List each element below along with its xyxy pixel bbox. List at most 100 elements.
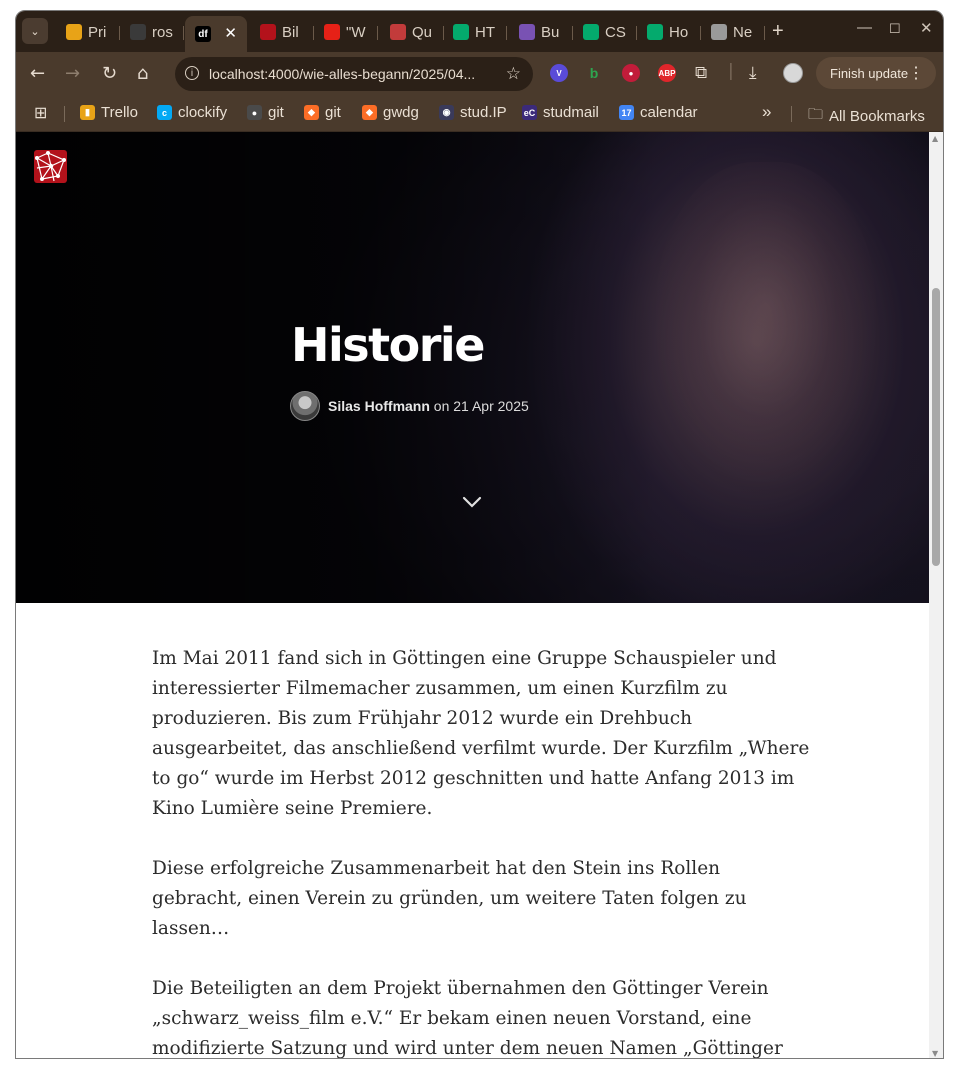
bootstrap-icon — [519, 24, 535, 40]
forward-icon[interactable]: → — [65, 63, 80, 84]
folder-icon: 🗀 — [808, 106, 824, 123]
presentation-icon — [66, 24, 82, 40]
all-bookmarks-button[interactable]: 🗀 All Bookmarks — [808, 104, 925, 129]
close-tab-icon[interactable]: ✕ — [224, 24, 237, 42]
network-logo-icon — [35, 151, 66, 182]
w3schools-icon — [647, 24, 663, 40]
scroll-up-icon[interactable]: ▲ — [932, 134, 938, 143]
bookmark-trello[interactable]: ▮ Trello — [80, 104, 138, 121]
gitlab-icon: ◆ — [304, 105, 319, 120]
bookmark-studip[interactable]: ◉ stud.IP — [439, 104, 507, 121]
article-paragraph: Im Mai 2011 fand sich in Göttingen eine … — [152, 648, 810, 819]
bookmark-label: git — [268, 104, 284, 121]
trello-icon: ▮ — [80, 105, 95, 120]
back-icon[interactable]: ← — [30, 63, 45, 84]
github-icon — [130, 24, 146, 40]
apps-grid-icon[interactable]: ⊞ — [34, 103, 47, 123]
profile-avatar-icon[interactable] — [783, 63, 803, 83]
tab-search-button[interactable]: ⌄ — [22, 18, 48, 44]
author-name[interactable]: Silas Hoffmann — [328, 398, 430, 414]
close-window-icon[interactable]: ✕ — [920, 19, 933, 37]
network-logo-icon — [260, 24, 276, 40]
post-date: on 21 Apr 2025 — [433, 398, 529, 414]
recorder-extension-icon[interactable]: ● — [622, 64, 640, 82]
bookmark-star-icon[interactable]: ☆ — [506, 64, 521, 84]
site-info-icon[interactable]: i — [185, 66, 199, 80]
reload-icon[interactable]: ↻ — [102, 63, 117, 84]
site-logo-icon[interactable] — [34, 150, 67, 183]
browser-tab[interactable]: CS — [573, 18, 637, 46]
bookmark-calendar[interactable]: 17 calendar — [619, 104, 698, 121]
browser-tab[interactable]: HT — [443, 18, 507, 46]
tab-separator — [183, 26, 184, 40]
toolbar-divider: | — [728, 61, 734, 81]
tab-separator — [506, 26, 507, 40]
page-viewport: Historie Silas Hoffmann on 21 Apr 2025 I… — [16, 132, 929, 1059]
w3schools-icon — [453, 24, 469, 40]
pen-icon — [390, 24, 406, 40]
bookmark-label: clockify — [178, 104, 228, 121]
browser-tab[interactable]: Ho — [637, 18, 701, 46]
github-icon: ● — [247, 105, 262, 120]
browser-tab[interactable]: Bu — [509, 18, 573, 46]
bookmarks-divider — [791, 106, 792, 122]
scroll-down-icon[interactable]: ▼ — [932, 1049, 938, 1058]
vpn-extension-icon[interactable]: V — [550, 64, 568, 82]
tab-label: Ne — [733, 23, 753, 41]
bookmark-git[interactable]: ● git — [247, 104, 284, 121]
browser-tab[interactable]: df ✕ — [185, 16, 247, 52]
browser-toolbar: ← → ↻ ⌂ i localhost:4000/wie-alles-began… — [16, 52, 943, 95]
tab-label: "W — [346, 23, 366, 41]
tab-label: ros — [152, 23, 173, 41]
minimize-icon[interactable]: — — [857, 19, 872, 36]
tab-label: HT — [475, 23, 495, 41]
page-scrollbar[interactable]: ▲ ▼ — [929, 132, 943, 1058]
browser-tab[interactable]: "W — [314, 18, 378, 46]
chrome-icon — [711, 24, 727, 40]
tab-separator — [764, 26, 765, 40]
tab-label: Ho — [669, 23, 689, 41]
browser-tab[interactable]: Ne — [701, 18, 765, 46]
browser-tab[interactable]: Pri — [56, 18, 120, 46]
studip-icon: ◉ — [439, 105, 454, 120]
download-icon[interactable]: ⤓ — [749, 63, 757, 83]
finish-update-button[interactable]: Finish update ⋮ — [816, 57, 936, 89]
tab-label: Bil — [282, 23, 299, 41]
bookmark-label: studmail — [543, 104, 599, 121]
df-icon: df — [195, 26, 211, 42]
address-bar[interactable]: i localhost:4000/wie-alles-begann/2025/0… — [175, 57, 533, 91]
bookmark-clockify[interactable]: c clockify — [157, 104, 227, 121]
hero-header: Historie Silas Hoffmann on 21 Apr 2025 — [16, 132, 929, 603]
all-bookmarks-label: All Bookmarks — [829, 108, 925, 125]
author-avatar — [290, 391, 320, 421]
browser-tab[interactable]: Qu — [380, 18, 444, 46]
bookmark-gwdg[interactable]: ◆ gwdg — [362, 104, 419, 121]
tab-separator — [377, 26, 378, 40]
clockify-icon: c — [157, 105, 172, 120]
article-body: Im Mai 2011 fand sich in Göttingen eine … — [152, 644, 812, 1059]
extensions-puzzle-icon[interactable]: ⧉ — [695, 63, 707, 83]
tab-label: Bu — [541, 23, 560, 41]
new-tab-button[interactable]: + — [772, 20, 784, 43]
page-title: Historie — [291, 318, 485, 372]
calendar-icon: 17 — [619, 105, 634, 120]
browser-tab[interactable]: Bil — [250, 18, 314, 46]
tab-label: Pri — [88, 23, 107, 41]
menu-kebab-icon[interactable]: ⋮ — [908, 63, 924, 83]
browser-tab[interactable]: ros — [120, 18, 184, 46]
bookmarks-overflow-button[interactable]: » — [762, 102, 771, 122]
adblock-plus-icon[interactable]: ABP — [658, 64, 676, 82]
bookmark-studmail[interactable]: eC studmail — [522, 104, 599, 121]
scrollbar-thumb[interactable] — [932, 288, 940, 566]
bookmark-label: git — [325, 104, 341, 121]
bookmark-git[interactable]: ◆ git — [304, 104, 341, 121]
address-url[interactable]: localhost:4000/wie-alles-begann/2025/04.… — [209, 66, 475, 82]
maximize-icon[interactable]: ☐ — [889, 21, 901, 37]
youtube-icon — [324, 24, 340, 40]
chevron-down-icon[interactable] — [462, 492, 482, 512]
bing-extension-icon[interactable]: b — [585, 64, 603, 82]
w3schools-icon — [583, 24, 599, 40]
home-icon[interactable]: ⌂ — [137, 63, 148, 84]
post-byline: Silas Hoffmann on 21 Apr 2025 — [290, 391, 529, 421]
article-paragraph: Die Beteiligten an dem Projekt übernahme… — [152, 978, 783, 1059]
